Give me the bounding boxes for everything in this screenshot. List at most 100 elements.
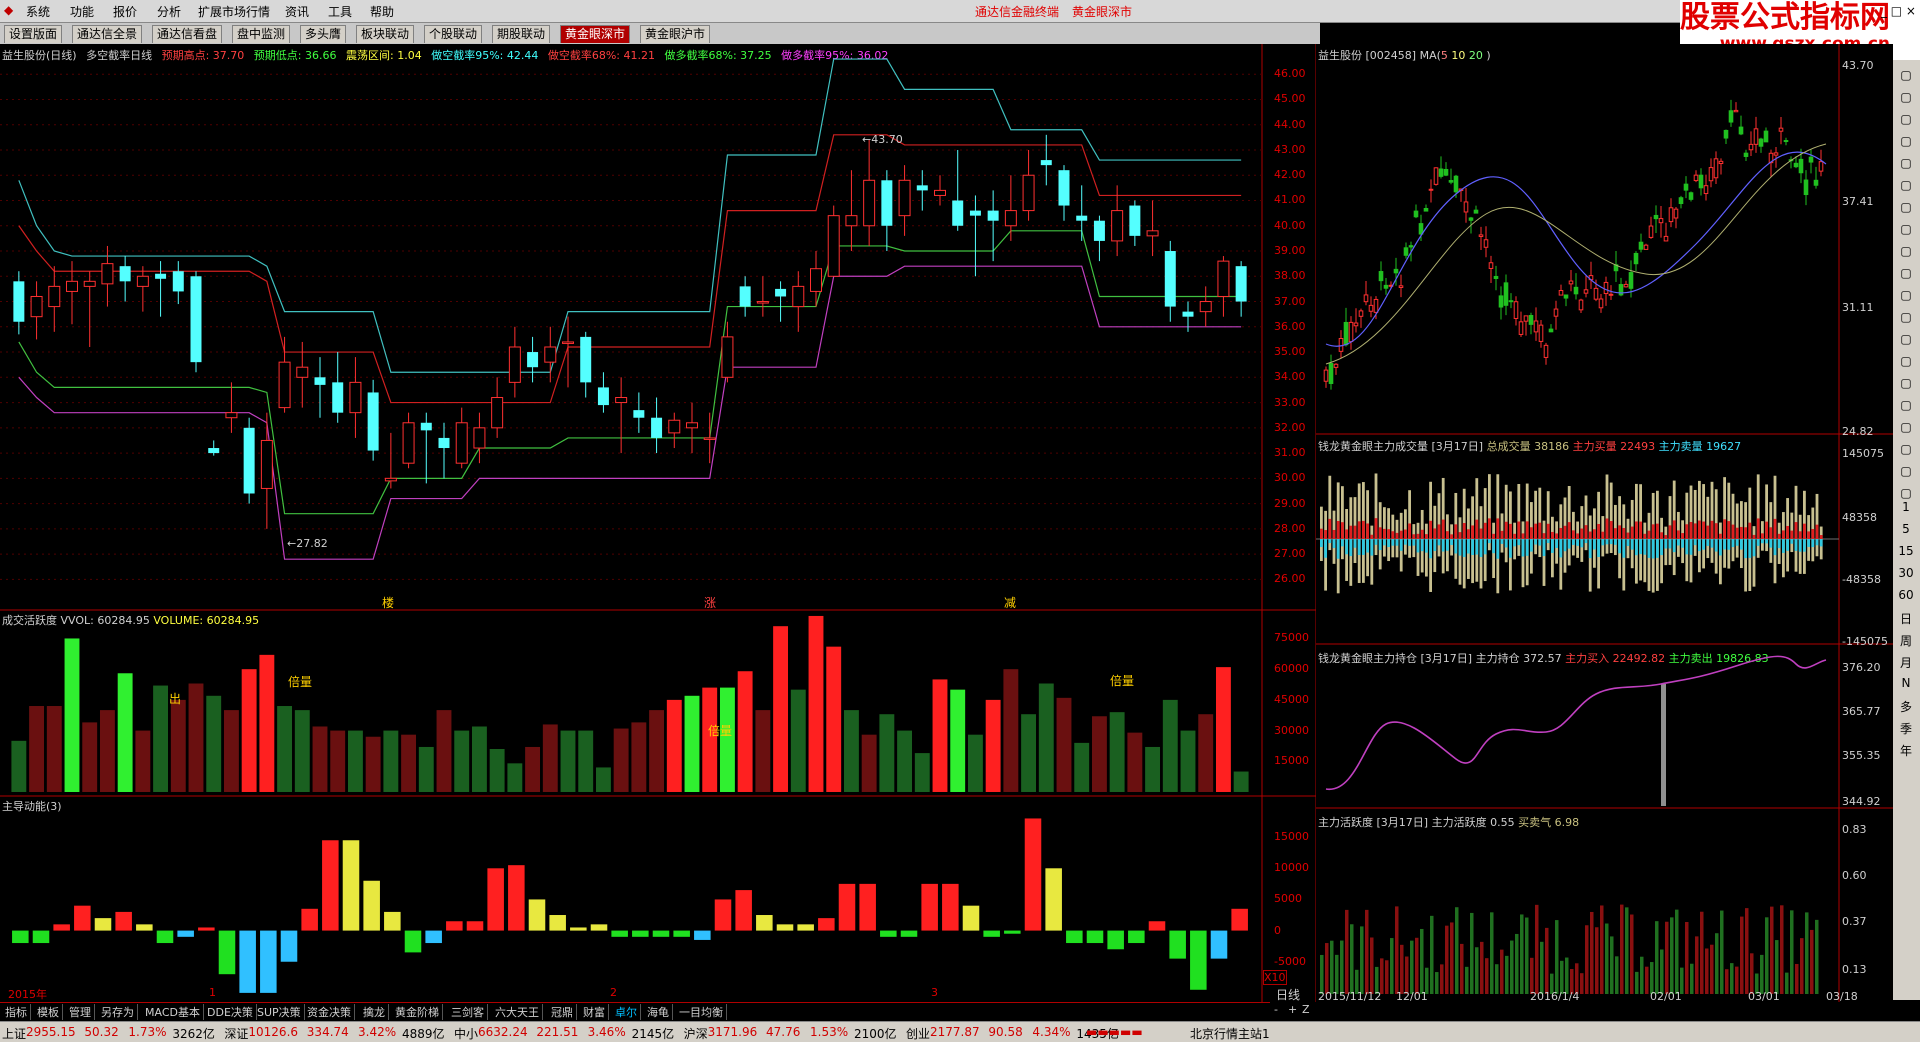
tool-icon[interactable]: ▢ — [1897, 420, 1915, 436]
tool-icon[interactable]: ▢ — [1897, 112, 1915, 128]
candle-body — [580, 336, 592, 383]
tool-icon[interactable]: ▢ — [1897, 398, 1915, 414]
tool-icon[interactable]: ▢ — [1897, 222, 1915, 238]
vol-bar — [578, 730, 594, 792]
menu-system[interactable]: 系统 — [26, 3, 50, 20]
status-item: 2100亿 — [854, 1027, 897, 1041]
vol-bar — [82, 722, 98, 792]
tool-icon[interactable]: ▢ — [1897, 288, 1915, 304]
side-act-bar — [1780, 905, 1784, 994]
indicator-tab[interactable]: 冠鼎 — [548, 1004, 577, 1020]
side-act-bar — [1490, 912, 1494, 994]
indicator-tab[interactable]: 财富 — [580, 1004, 609, 1020]
side-vol-sell-bar — [1572, 539, 1575, 545]
side-act-bar — [1350, 924, 1354, 994]
indicator-tab[interactable]: 海龟 — [644, 1004, 673, 1020]
tool-icon[interactable]: ▢ — [1897, 332, 1915, 348]
indicator-tab[interactable]: DDE决策 — [204, 1004, 257, 1020]
side-candle-body — [1798, 158, 1804, 174]
menu-extended-market[interactable]: 扩展市场行情 — [198, 3, 270, 20]
tool-icon[interactable]: ▢ — [1897, 310, 1915, 326]
period-button[interactable]: 日 — [1897, 610, 1915, 626]
side-vol-sell-bar — [1647, 539, 1651, 558]
tab-panorama[interactable]: 通达信全景 — [72, 25, 143, 43]
menu-function[interactable]: 功能 — [70, 3, 94, 20]
side-ma-line — [1325, 143, 1827, 365]
indicator-tab[interactable]: 三剑客 — [448, 1004, 488, 1020]
tab-futures-link[interactable]: 期股联动 — [492, 25, 551, 43]
indicator-tab[interactable]: 黄金阶梯 — [392, 1004, 443, 1020]
indicator-tab[interactable]: 管理 — [66, 1004, 95, 1020]
side-vol-buy-bar — [1786, 525, 1789, 539]
indicator-tab[interactable]: 资金决策 — [304, 1004, 355, 1020]
side-vol-sell-bar — [1702, 539, 1705, 550]
period-button[interactable]: 30 — [1897, 566, 1915, 582]
tab-watch[interactable]: 通达信看盘 — [152, 25, 223, 43]
period-button[interactable]: 15 — [1897, 544, 1915, 560]
period-button[interactable]: 月 — [1897, 654, 1915, 670]
tool-icon[interactable]: ▢ — [1897, 376, 1915, 392]
side-vol-sell-bar — [1622, 539, 1626, 558]
indicator-tab[interactable]: SUP决策 — [254, 1004, 305, 1020]
indicator-tab[interactable]: 模板 — [34, 1004, 63, 1020]
side-candle-body — [1703, 185, 1709, 195]
vol-bar — [684, 695, 700, 792]
tool-icon[interactable]: ▢ — [1897, 442, 1915, 458]
tool-icon[interactable]: ▢ — [1897, 134, 1915, 150]
side-vol-sell-bar — [1483, 539, 1487, 555]
period-button[interactable]: 多 — [1897, 698, 1915, 714]
tool-icon[interactable]: ▢ — [1897, 244, 1915, 260]
tab-sector-link[interactable]: 板块联动 — [356, 25, 415, 43]
candle-body — [969, 210, 981, 216]
tool-icon[interactable]: ▢ — [1897, 464, 1915, 480]
zoom-out-button[interactable]: - — [1274, 1003, 1278, 1016]
indicator-tab[interactable]: 六大天王 — [492, 1004, 543, 1020]
period-button[interactable]: 季 — [1897, 720, 1915, 736]
tab-bull[interactable]: 多头膺 — [300, 25, 347, 43]
period-button[interactable]: 年 — [1897, 742, 1915, 758]
period-button[interactable]: 60 — [1897, 588, 1915, 604]
mom-bar — [1004, 930, 1021, 934]
tab-layout-settings[interactable]: 设置版面 — [4, 25, 63, 43]
menu-info[interactable]: 资讯 — [285, 3, 309, 20]
indicator-tab[interactable]: MACD基本 — [142, 1004, 204, 1020]
period-label[interactable]: 日线 — [1276, 986, 1300, 1003]
tab-golden-eye-sz[interactable]: 黄金眼深市 — [560, 25, 631, 43]
app-icon[interactable]: ◆ — [4, 3, 13, 17]
menu-analysis[interactable]: 分析 — [157, 3, 181, 20]
tab-golden-eye-sh[interactable]: 黄金眼沪市 — [640, 25, 711, 43]
side-vol-sell-bar — [1584, 539, 1588, 544]
tool-icon[interactable]: ▢ — [1897, 68, 1915, 84]
indicator-tab[interactable]: 卓尔 — [612, 1004, 641, 1020]
tool-icon[interactable]: ▢ — [1897, 178, 1915, 194]
indicator-tab[interactable]: 指标 — [2, 1004, 31, 1020]
tool-icon[interactable]: ▢ — [1897, 266, 1915, 282]
zoom-in-button[interactable]: + — [1288, 1003, 1297, 1016]
side-act-bar — [1795, 963, 1799, 994]
server-label[interactable]: 北京行情主站1 — [1190, 1025, 1270, 1042]
tool-icon[interactable]: ▢ — [1897, 354, 1915, 370]
tool-icon[interactable]: ▢ — [1897, 156, 1915, 172]
tab-stock-link[interactable]: 个股联动 — [424, 25, 483, 43]
tool-icon[interactable]: ▢ — [1897, 200, 1915, 216]
indicator-tab[interactable]: 擒龙 — [360, 1004, 389, 1020]
period-button[interactable]: 5 — [1897, 522, 1915, 538]
side-vol-sell-bar — [1756, 539, 1760, 546]
side-vol-buy-bar — [1420, 529, 1424, 539]
menu-help[interactable]: 帮助 — [370, 3, 394, 20]
period-button[interactable]: N — [1897, 676, 1915, 692]
period-button[interactable]: 1 — [1897, 500, 1915, 516]
window-controls[interactable]: _ □ × — [1881, 4, 1916, 18]
period-button[interactable]: 周 — [1897, 632, 1915, 648]
side-candle-body — [1518, 321, 1524, 335]
side-act-bar — [1665, 921, 1669, 994]
tool-icon[interactable]: ▢ — [1897, 90, 1915, 106]
menu-quote[interactable]: 报价 — [113, 3, 137, 20]
zoom-z-button[interactable]: Z — [1302, 1003, 1310, 1016]
vol-bar — [365, 736, 381, 792]
tab-monitor[interactable]: 盘中监测 — [232, 25, 291, 43]
indicator-tab[interactable]: 一目均衡 — [676, 1004, 727, 1020]
indicator-tab[interactable]: 另存为 — [98, 1004, 138, 1020]
menu-tools[interactable]: 工具 — [328, 3, 352, 20]
zoom-x10[interactable]: X10 — [1263, 970, 1287, 985]
